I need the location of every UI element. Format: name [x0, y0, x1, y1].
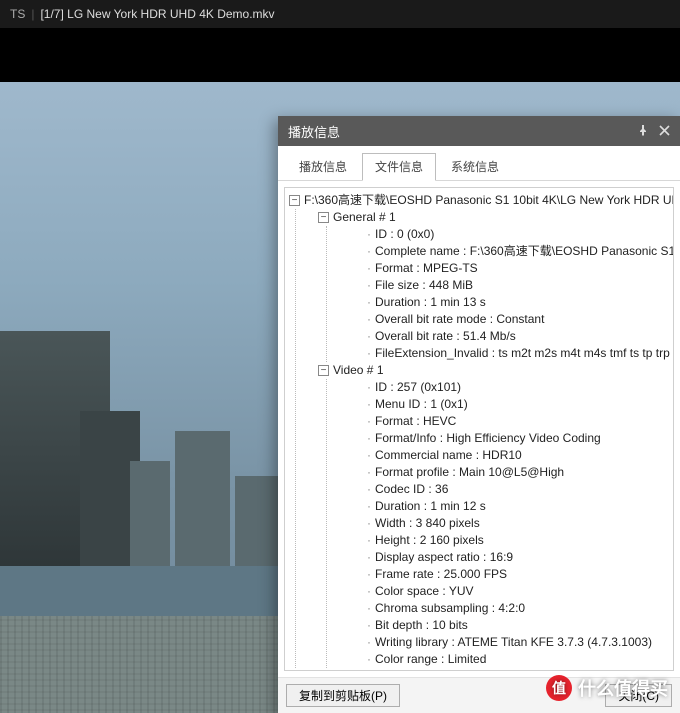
tree-item[interactable]: ·Width : 3 840 pixels [367, 515, 673, 532]
close-icon[interactable] [659, 124, 670, 139]
collapse-icon[interactable]: − [289, 195, 300, 206]
tree-item[interactable]: ·File size : 448 MiB [367, 277, 673, 294]
tree-item[interactable]: ·Overall bit rate : 51.4 Mb/s [367, 328, 673, 345]
tree-item[interactable]: ·Complete name : F:\360高速下载\EOSHD Panaso… [367, 243, 673, 260]
collapse-icon[interactable]: − [318, 365, 329, 376]
copy-clipboard-button[interactable]: 复制到剪贴板(P) [286, 684, 400, 707]
tree-item[interactable]: ·ID : 0 (0x0) [367, 226, 673, 243]
pin-icon[interactable] [637, 124, 649, 139]
tree-item[interactable]: ·Frame rate : 25.000 FPS [367, 566, 673, 583]
tree-item[interactable]: ·Codec ID : 36 [367, 481, 673, 498]
tree-video-header[interactable]: −Video # 1 [318, 362, 673, 379]
tree-item[interactable]: ·Color space : YUV [367, 583, 673, 600]
tree-item[interactable]: ·Duration : 1 min 12 s [367, 498, 673, 515]
tree-item[interactable]: ·FileExtension_Invalid : ts m2t m2s m4t … [367, 345, 673, 362]
tree-item[interactable]: ·Format profile : Main 10@L5@High [367, 464, 673, 481]
collapse-icon[interactable]: − [318, 212, 329, 223]
tree-item[interactable]: ·Color range : Limited [367, 651, 673, 668]
tree-item[interactable]: ·ID : 257 (0x101) [367, 379, 673, 396]
dialog-titlebar[interactable]: 播放信息 [278, 116, 680, 146]
tree-item[interactable]: ·Commercial name : HDR10 [367, 447, 673, 464]
tab-file-info[interactable]: 文件信息 [362, 153, 436, 181]
tree-item[interactable]: ·Height : 2 160 pixels [367, 532, 673, 549]
dialog-tabstrip: 播放信息 文件信息 系统信息 [278, 146, 680, 181]
tree-item[interactable]: ·Overall bit rate mode : Constant [367, 311, 673, 328]
watermark-badge-icon: 值 [546, 675, 572, 701]
video-area: 播放信息 播放信息 文件信息 系统信息 −F:\360高速下载\EOSHD Pa… [0, 28, 680, 713]
tree-item[interactable]: ·Writing library : ATEME Titan KFE 3.7.3… [367, 634, 673, 651]
playback-info-dialog: 播放信息 播放信息 文件信息 系统信息 −F:\360高速下载\EOSHD Pa… [278, 116, 680, 713]
tree-item[interactable]: ·Display aspect ratio : 16:9 [367, 549, 673, 566]
watermark: 值 什么值得买 [546, 675, 668, 701]
tree-item[interactable]: ·Format : HEVC [367, 413, 673, 430]
tree-item[interactable]: ·Chroma subsampling : 4:2:0 [367, 600, 673, 617]
tree-item[interactable]: ·Format : MPEG-TS [367, 260, 673, 277]
tree-item[interactable]: ·Duration : 1 min 13 s [367, 294, 673, 311]
tree-item[interactable]: ·Menu ID : 1 (0x1) [367, 396, 673, 413]
tree-item[interactable]: ·Format/Info : High Efficiency Video Cod… [367, 430, 673, 447]
format-indicator: TS [10, 7, 25, 21]
tab-play-info[interactable]: 播放信息 [286, 153, 360, 180]
tab-system-info[interactable]: 系统信息 [438, 153, 512, 180]
tree-general-header[interactable]: −General # 1 [318, 209, 673, 226]
media-info-tree[interactable]: −F:\360高速下载\EOSHD Panasonic S1 10bit 4K\… [284, 187, 674, 671]
tree-root[interactable]: −F:\360高速下载\EOSHD Panasonic S1 10bit 4K\… [289, 192, 673, 209]
dialog-title-text: 播放信息 [288, 122, 340, 141]
separator: | [31, 7, 34, 21]
player-title-bar: TS | [1/7] LG New York HDR UHD 4K Demo.m… [0, 0, 680, 28]
current-file-title: [1/7] LG New York HDR UHD 4K Demo.mkv [40, 7, 274, 21]
watermark-text: 什么值得买 [578, 675, 668, 701]
tree-item[interactable]: ·Bit depth : 10 bits [367, 617, 673, 634]
